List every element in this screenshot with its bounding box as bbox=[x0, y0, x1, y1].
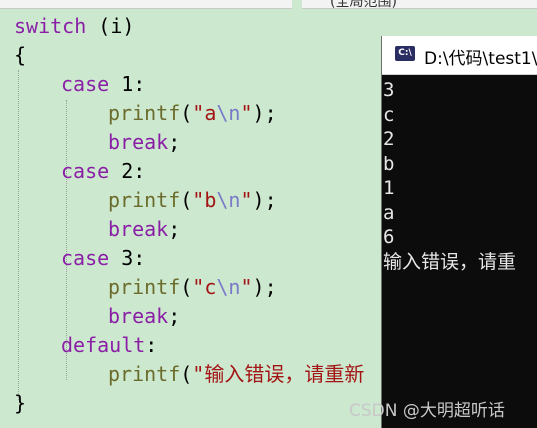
string-literal: "输入错误，请重新 bbox=[192, 362, 365, 386]
semicolon: ; bbox=[168, 217, 181, 241]
console-output-line: a bbox=[383, 201, 395, 224]
function-printf: printf bbox=[108, 101, 181, 125]
string-literal: "c bbox=[192, 275, 217, 299]
console-output-line: 1 bbox=[383, 177, 395, 199]
case-value: 2: bbox=[109, 159, 146, 183]
string-quote-end: " bbox=[240, 188, 253, 212]
string-quote-end: " bbox=[240, 275, 253, 299]
keyword-case: case bbox=[61, 246, 110, 270]
string-quote-end: " bbox=[240, 101, 253, 125]
paren-open: ( bbox=[180, 101, 193, 125]
paren-open: ( bbox=[180, 362, 193, 386]
console-titlebar[interactable]: C:\ D:\代码\test1\ bbox=[382, 36, 537, 75]
code-line-5: break; bbox=[108, 128, 180, 157]
escape-sequence: \n bbox=[216, 101, 241, 125]
console-output-line: b bbox=[383, 152, 395, 175]
code-line-8: break; bbox=[108, 215, 180, 244]
paren-open: ( bbox=[180, 188, 193, 212]
code-line-3: case 1: bbox=[61, 70, 145, 99]
editor-tab-left[interactable] bbox=[0, 0, 292, 9]
function-printf: printf bbox=[108, 188, 181, 212]
paren-close: ); bbox=[252, 275, 277, 299]
code-line-7: printf("b\n"); bbox=[108, 186, 277, 215]
string-literal: "b bbox=[192, 188, 217, 212]
case-value: 3: bbox=[109, 246, 146, 270]
code-line-9: case 3: bbox=[61, 244, 145, 273]
code-line-12: default: bbox=[61, 331, 157, 360]
semicolon: ; bbox=[168, 130, 181, 154]
string-literal: "a bbox=[192, 101, 217, 125]
console-output-line: 2 bbox=[383, 128, 395, 150]
case-value: 1: bbox=[109, 72, 146, 96]
code-line-13: printf("输入错误，请重新 bbox=[108, 360, 364, 389]
paren-open: ( bbox=[180, 275, 193, 299]
console-window[interactable]: C:\ D:\代码\test1\ 3 c 2 b 1 a 6 输入错误，请重 bbox=[381, 36, 537, 428]
watermark: CSDN @大明超听话 bbox=[349, 401, 505, 421]
code-line-14: } bbox=[14, 389, 26, 418]
function-printf: printf bbox=[108, 362, 181, 386]
escape-sequence: \n bbox=[216, 188, 241, 212]
code-line-11: break; bbox=[108, 302, 180, 331]
code-line-4: printf("a\n"); bbox=[108, 99, 277, 128]
code-line-1: switch (i) bbox=[14, 12, 134, 41]
keyword-break: break bbox=[108, 304, 169, 328]
semicolon: ; bbox=[168, 304, 181, 328]
escape-sequence: \n bbox=[216, 275, 241, 299]
keyword-case: case bbox=[61, 159, 110, 183]
code-line-10: printf("c\n"); bbox=[108, 273, 277, 302]
keyword-break: break bbox=[108, 130, 169, 154]
console-app-icon: C:\ bbox=[395, 46, 415, 61]
paren-close: ); bbox=[252, 188, 277, 212]
keyword-default: default bbox=[61, 333, 146, 357]
console-output-line: 输入错误，请重 bbox=[383, 250, 517, 273]
editor-tab-strip: (全局范围) bbox=[0, 0, 537, 10]
colon: : bbox=[145, 333, 158, 357]
console-output-line: c bbox=[383, 103, 395, 126]
code-line-2: { bbox=[14, 41, 26, 70]
switch-condition: (i) bbox=[86, 14, 135, 38]
console-output-line: 6 bbox=[383, 226, 395, 248]
close-brace: } bbox=[14, 391, 27, 415]
console-output: 3 c 2 b 1 a 6 输入错误，请重 bbox=[382, 78, 537, 428]
paren-close: ); bbox=[252, 101, 277, 125]
keyword-switch: switch bbox=[14, 14, 87, 38]
indent-guide-outer bbox=[18, 70, 19, 400]
console-output-line: 3 bbox=[383, 79, 395, 101]
console-title: D:\代码\test1\ bbox=[424, 49, 537, 69]
code-line-6: case 2: bbox=[61, 157, 145, 186]
keyword-break: break bbox=[108, 217, 169, 241]
keyword-case: case bbox=[61, 72, 110, 96]
open-brace: { bbox=[14, 43, 27, 67]
function-printf: printf bbox=[108, 275, 181, 299]
